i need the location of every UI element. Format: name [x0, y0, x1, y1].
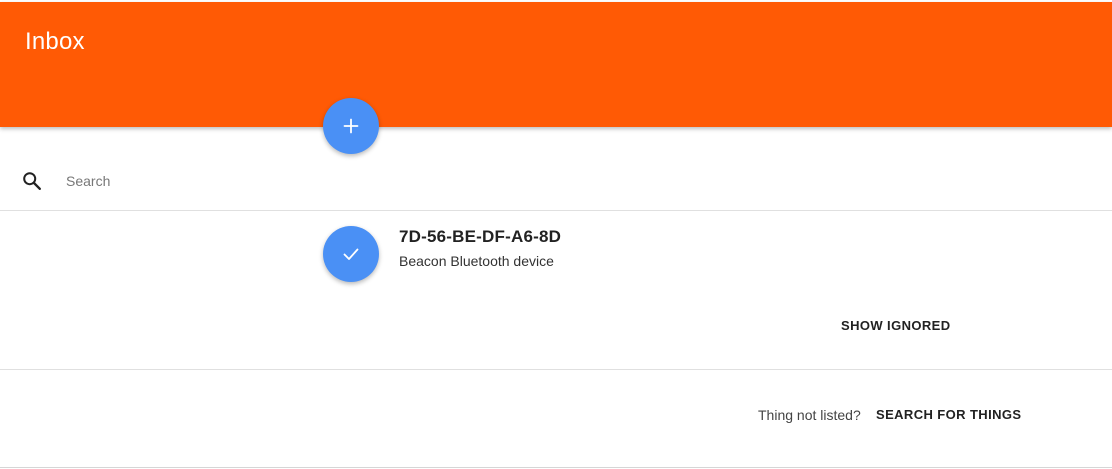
- search-bar: [0, 155, 1112, 211]
- checkmark-icon: [343, 248, 359, 260]
- search-for-things-button[interactable]: SEARCH FOR THINGS: [876, 407, 1021, 422]
- page-title: Inbox: [25, 28, 85, 55]
- thing-not-listed-text: Thing not listed?: [758, 407, 861, 423]
- inbox-page: Inbox 7D-56-BE-DF-A6-8D Beacon Bluetooth…: [0, 0, 1112, 469]
- app-header: Inbox: [0, 2, 1112, 127]
- show-ignored-button[interactable]: SHOW IGNORED: [841, 318, 951, 333]
- thing-select-button[interactable]: [323, 226, 379, 282]
- add-thing-button[interactable]: [323, 98, 379, 154]
- thing-name[interactable]: 7D-56-BE-DF-A6-8D: [399, 227, 561, 247]
- search-input[interactable]: [66, 169, 1066, 193]
- footer-actions: Thing not listed? SEARCH FOR THINGS: [0, 370, 1112, 468]
- search-icon[interactable]: [21, 170, 43, 192]
- thing-description: Beacon Bluetooth device: [399, 253, 554, 269]
- thing-list: 7D-56-BE-DF-A6-8D Beacon Bluetooth devic…: [0, 211, 1112, 370]
- plus-icon: [343, 118, 359, 134]
